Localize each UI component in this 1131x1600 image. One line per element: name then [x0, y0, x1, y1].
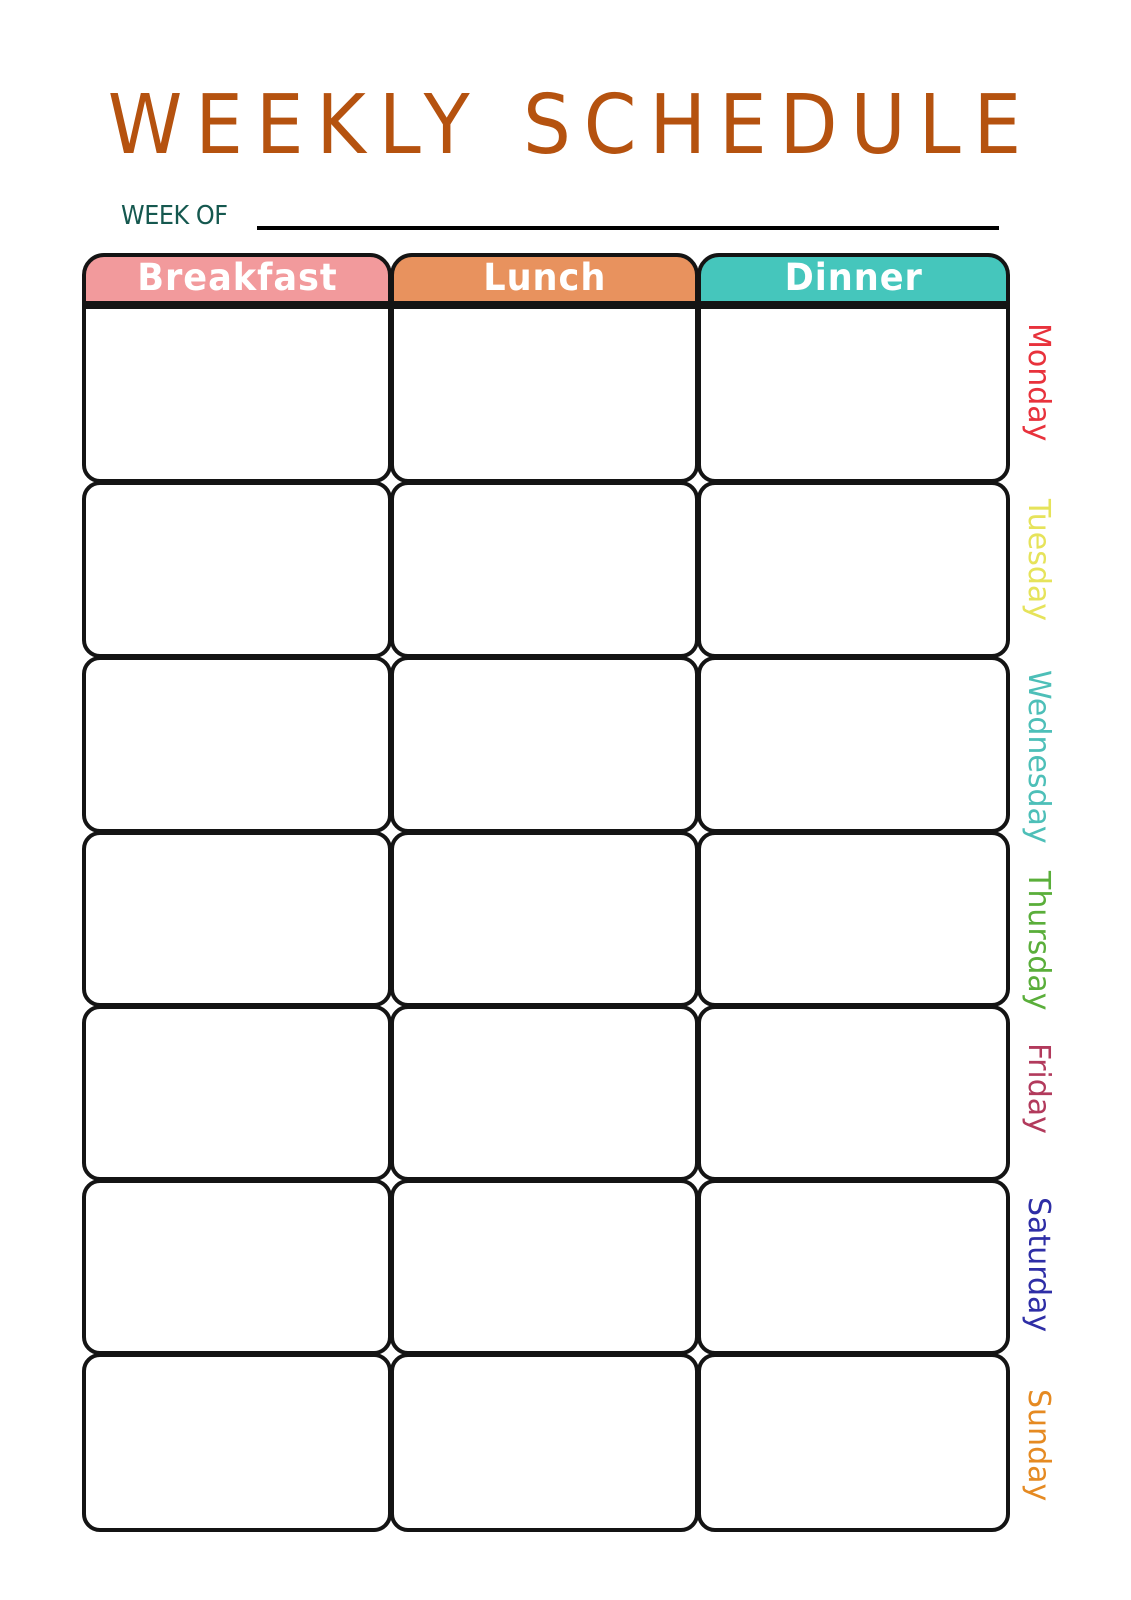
meal-header-label: Breakfast: [136, 255, 338, 299]
meal-cell-wednesday-breakfast[interactable]: [82, 656, 392, 833]
meal-cell-monday-lunch[interactable]: [390, 305, 699, 483]
title-word-2: SCHEDULE: [523, 78, 1035, 173]
meal-header-lunch: Lunch: [390, 253, 699, 305]
day-label-thursday: Thursday: [1021, 871, 1056, 1011]
meal-cell-sunday-lunch[interactable]: [390, 1353, 699, 1532]
day-label-saturday: Saturday: [1021, 1197, 1056, 1333]
meal-header-dinner: Dinner: [697, 253, 1010, 305]
page-title: WEEKLY SCHEDULE: [51, 78, 1092, 174]
week-of-input[interactable]: [257, 226, 999, 230]
meal-header-label: Lunch: [482, 255, 607, 299]
meal-header-label: Dinner: [784, 255, 923, 299]
meal-cell-wednesday-dinner[interactable]: [697, 656, 1010, 833]
day-label-monday: Monday: [1021, 323, 1056, 442]
meal-cell-thursday-breakfast[interactable]: [82, 831, 392, 1007]
meal-cell-friday-lunch[interactable]: [390, 1005, 699, 1181]
meal-cell-tuesday-breakfast[interactable]: [82, 481, 392, 658]
day-label-wednesday: Wednesday: [1021, 670, 1056, 844]
meal-cell-tuesday-lunch[interactable]: [390, 481, 699, 658]
meal-cell-tuesday-dinner[interactable]: [697, 481, 1010, 658]
title-word-1: WEEKLY: [107, 78, 483, 173]
day-label-tuesday: Tuesday: [1021, 499, 1056, 622]
meal-cell-sunday-dinner[interactable]: [697, 1353, 1010, 1532]
meal-cell-saturday-breakfast[interactable]: [82, 1179, 392, 1355]
meal-cell-thursday-dinner[interactable]: [697, 831, 1010, 1007]
meal-cell-saturday-dinner[interactable]: [697, 1179, 1010, 1355]
meal-cell-wednesday-lunch[interactable]: [390, 656, 699, 833]
meal-cell-friday-dinner[interactable]: [697, 1005, 1010, 1181]
meal-cell-monday-dinner[interactable]: [697, 305, 1010, 483]
meal-header-breakfast: Breakfast: [82, 253, 392, 305]
meal-cell-thursday-lunch[interactable]: [390, 831, 699, 1007]
meal-cell-sunday-breakfast[interactable]: [82, 1353, 392, 1532]
meal-cell-monday-breakfast[interactable]: [82, 305, 392, 483]
day-label-friday: Friday: [1021, 1043, 1056, 1134]
day-label-sunday: Sunday: [1021, 1389, 1056, 1502]
meal-cell-friday-breakfast[interactable]: [82, 1005, 392, 1181]
week-of-label: WEEK OF: [121, 201, 228, 231]
meal-cell-saturday-lunch[interactable]: [390, 1179, 699, 1355]
